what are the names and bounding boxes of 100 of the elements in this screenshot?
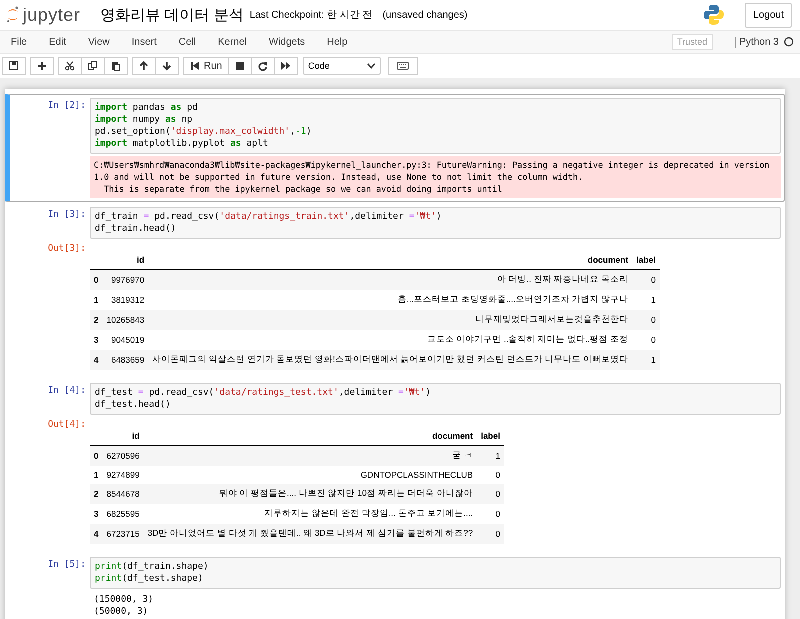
table-cell: 굳 ㅋ [144, 446, 478, 466]
code-line: pd.set_option('display.max_colwidth',-1) [95, 126, 313, 138]
chevron-down-icon [367, 63, 376, 69]
paste-icon [111, 61, 121, 71]
menu-item[interactable]: Insert [132, 36, 157, 48]
table-cell: 아 더빙.. 진짜 짜증나네요 목소리 [148, 270, 633, 290]
kernel-idle-icon [784, 37, 794, 47]
table-cell: 0 [477, 504, 504, 524]
row-index: 1 [90, 466, 103, 484]
command-palette-button[interactable] [388, 57, 418, 75]
input-prompt: In [4]: [47, 385, 87, 398]
output-text: (50000, 3) [94, 606, 150, 618]
restart-icon [258, 61, 268, 71]
menu-item[interactable]: Cell [178, 36, 196, 48]
row-index: 0 [90, 270, 103, 290]
row-index: 3 [90, 504, 103, 524]
code-line: df_train = pd.read_csv('data/ratings_train.txt',delimiter ='₩t') [95, 211, 443, 223]
menu-item[interactable]: Widgets [269, 36, 306, 48]
table-cell: 6825595 [102, 504, 144, 524]
cell-type-dropdown[interactable]: Code [303, 57, 382, 75]
table-cell: GDNTOPCLASSINTHECLUB [144, 466, 478, 484]
menu-item[interactable]: Edit [49, 36, 66, 48]
warning-text: 1.0 and will not be supported in future version. Instead, use None to not limit the column width. [94, 171, 584, 183]
table-cell: 9976970 [102, 270, 149, 290]
code-input[interactable]: df_test = pd.read_csv('data/ratings_test.txt',delimiter ='₩t') df_test.head() [90, 383, 781, 415]
table-cell: 1 [477, 446, 504, 466]
checkpoint-text: Last Checkpoint: 한 시간 전 [250, 9, 373, 22]
table-cell: 3819312 [102, 290, 149, 310]
step-forward-icon [190, 61, 200, 71]
down-button[interactable] [155, 57, 179, 75]
code-input[interactable]: import pandas as pd import numpy as np pd.set_option('display.max_colwidth',-1) import matplotlib.pyplot as aplt [90, 98, 781, 154]
row-index: 0 [90, 446, 103, 466]
code-line: df_test.head() [95, 399, 172, 411]
table-cell: 9274899 [102, 466, 144, 484]
output-prompt: Out[3]: [47, 243, 87, 256]
code-input[interactable]: df_train = pd.read_csv('data/ratings_train.txt',delimiter ='₩t') df_train.head() [90, 207, 781, 239]
jupyter-logo[interactable]: jupyter [6, 4, 81, 26]
code-line: import matplotlib.pyplot as aplt [95, 138, 270, 150]
stop-button[interactable] [228, 57, 252, 75]
code-input[interactable]: print(df_train.shape) print(df_test.shape) [90, 557, 781, 589]
run-button[interactable]: Run [183, 57, 230, 75]
jupyter-logo-icon [6, 6, 20, 24]
output-prompt: Out[4]: [47, 419, 87, 432]
menu-item[interactable]: File [11, 36, 28, 48]
fast-forward-icon [281, 61, 292, 71]
table-cell: 8544678 [102, 484, 144, 504]
logout-button[interactable]: Logout [745, 2, 792, 28]
input-prompt: In [3]: [47, 209, 87, 222]
keyboard-icon [397, 62, 410, 70]
table-cell: 1 [632, 350, 660, 370]
python-logo-icon [703, 4, 726, 26]
kernel-name: Python 3 [734, 36, 779, 48]
row-index: 4 [90, 524, 103, 544]
table-cell: 뭐야 이 평점들은.... 나쁘진 않지만 10점 짜리는 더더욱 아니잖아 [144, 484, 478, 504]
notebook-title[interactable]: 영화리뷰 데이터 분석 [100, 6, 244, 24]
add-button[interactable] [30, 57, 54, 75]
row-index: 4 [90, 350, 103, 370]
copy-icon [88, 61, 98, 71]
table-cell: 0 [632, 330, 660, 350]
code-line: import numpy as np [95, 114, 194, 126]
input-prompt: In [5]: [47, 559, 87, 572]
paste-button[interactable] [104, 57, 128, 75]
table-cell: 9045019 [102, 330, 149, 350]
code-line: import pandas as pd [95, 102, 199, 114]
warning-text: C:₩Users₩smhrd₩anaconda3₩lib₩site-packages₩ipykernel_launcher.py:3: FutureWarning: Passing a negative integer is deprecated in version [94, 159, 771, 171]
plus-icon [37, 61, 47, 71]
up-arrow-icon [139, 61, 149, 71]
table-cell: 교도소 이야기구먼 ..솔직히 재미는 없다..평점 조정 [148, 330, 633, 350]
table-cell: 너무재밓었다그래서보는것을추천한다 [148, 310, 633, 330]
row-index: 2 [90, 310, 103, 330]
table-cell: 0 [477, 484, 504, 504]
table-cell: 0 [632, 310, 660, 330]
table-cell: 흠...포스터보고 초딩영화줄....오버연기조차 가볍지 않구나 [148, 290, 633, 310]
row-index: 3 [90, 330, 103, 350]
menu-item[interactable]: View [88, 36, 110, 48]
code-line: df_train.head() [95, 223, 178, 235]
table-cell: 지루하지는 않은데 완전 막장임... 돈주고 보기에는.... [144, 504, 478, 524]
code-cell[interactable]: In [5]: print(df_train.shape) print(df_test.shape) (150000, 3) (50000, 3) [5, 553, 785, 619]
table-cell: 0 [632, 270, 660, 290]
fast-forward-button[interactable] [274, 57, 298, 75]
up-button[interactable] [132, 57, 156, 75]
table-cell: 0 [477, 524, 504, 544]
code-line: print(df_test.shape) [95, 573, 204, 585]
table-cell: 0 [477, 466, 504, 484]
row-index: 2 [90, 484, 103, 504]
stop-icon [235, 61, 246, 71]
save-icon [9, 61, 19, 71]
code-cell[interactable] [5, 94, 785, 202]
restart-button[interactable] [251, 57, 276, 75]
code-line: df_test = pd.read_csv('data/ratings_test.txt',delimiter ='₩t') [95, 387, 432, 399]
table-cell: 6270596 [102, 446, 144, 466]
save-button[interactable] [2, 57, 26, 75]
menu-item[interactable]: Kernel [218, 36, 248, 48]
warning-text: This is separate from the ipykernel package so we can avoid doing imports until [103, 183, 504, 195]
row-index: 1 [90, 290, 103, 310]
down-arrow-icon [162, 61, 172, 71]
cut-button[interactable] [58, 57, 82, 75]
copy-button[interactable] [81, 57, 105, 75]
menu-item[interactable]: Help [327, 36, 348, 48]
table-cell: 1 [632, 290, 660, 310]
